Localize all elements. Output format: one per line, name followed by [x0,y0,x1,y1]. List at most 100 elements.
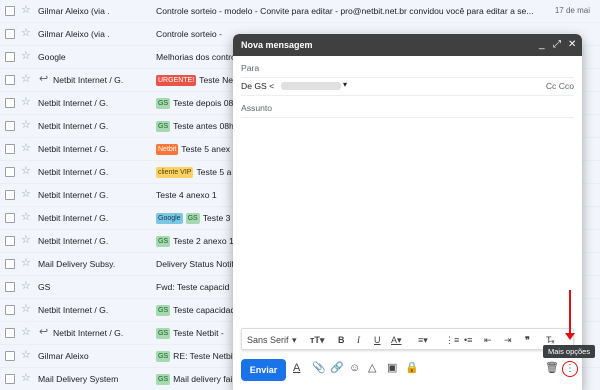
indent-more-icon[interactable]: ⇥ [504,334,512,346]
email-subject: Controle sorteio - modelo - Convite para… [156,6,536,16]
italic-icon[interactable]: I [357,334,360,346]
email-label[interactable]: URGENTE! [156,75,197,86]
checkbox[interactable] [5,351,15,361]
checkbox[interactable] [5,75,15,85]
star-icon[interactable]: ☆ [21,119,31,132]
email-sender: Netbit Internet / G. [38,236,109,246]
confidential-icon[interactable]: 🔒 [405,362,419,375]
bold-icon[interactable]: B [338,334,345,346]
photo-icon[interactable]: ▣ [387,362,397,375]
star-icon[interactable]: ☆ [21,280,31,293]
star-icon[interactable]: ☆ [21,326,31,339]
numbered-list-icon[interactable]: ⋮≡ [445,334,459,346]
star-icon[interactable]: ☆ [21,211,31,224]
drive-icon[interactable]: △ [368,362,376,375]
email-sender: Netbit Internet / G. [53,328,124,338]
email-label[interactable]: GS [156,98,171,109]
attach-icon[interactable]: 📎 [312,362,326,375]
email-sender: Netbit Internet / G. [38,213,109,223]
star-icon[interactable]: ☆ [21,96,31,109]
email-row[interactable]: ☆ Gilmar Aleixo (via . Controle sorteio - … [0,0,600,23]
star-icon[interactable]: ☆ [21,349,31,362]
checkbox[interactable] [5,190,15,200]
checkbox[interactable] [5,213,15,223]
checkbox[interactable] [5,259,15,269]
formatting-options-icon[interactable]: A [293,362,300,375]
email-label[interactable]: GS [156,236,171,247]
email-label[interactable]: GS [156,121,171,132]
emoji-icon[interactable]: ☺ [349,362,360,375]
star-icon[interactable]: ☆ [21,142,31,155]
email-sender: GS [38,282,51,292]
checkbox[interactable] [5,282,15,292]
email-subject-text: Teste capacidad [173,305,236,315]
checkbox[interactable] [5,305,15,315]
checkbox[interactable] [5,6,15,16]
star-icon[interactable]: ☆ [21,234,31,247]
email-label[interactable]: Netbit [156,144,179,155]
star-icon[interactable]: ☆ [21,257,31,270]
more-options-tooltip: Mais opções [543,345,596,358]
email-sender: Netbit Internet / G. [38,98,109,108]
link-icon[interactable]: 🔗 [330,362,344,375]
indent-less-icon[interactable]: ⇤ [484,334,492,346]
email-label[interactable]: GS [185,213,200,224]
email-sender: Gilmar Aleixo [38,351,89,361]
checkbox[interactable] [5,144,15,154]
star-icon[interactable]: ☆ [21,372,31,385]
compose-window: Nova mensagem _ ⤢ ✕ Para De GS < ▾ Cc Cc… [233,34,582,390]
underline-icon[interactable]: U [374,334,381,346]
star-icon[interactable]: ☆ [21,165,31,178]
align-icon[interactable]: ≡▾ [418,334,428,346]
close-icon[interactable]: ✕ [568,38,576,51]
minimize-icon[interactable]: _ [539,38,545,51]
checkbox[interactable] [5,29,15,39]
email-label[interactable]: GS [156,374,171,385]
email-sender: Netbit Internet / G. [38,167,109,177]
bullet-list-icon[interactable]: •≡ [464,334,472,346]
star-icon[interactable]: ☆ [21,188,31,201]
email-sender: Netbit Internet / G. [53,75,124,85]
checkbox[interactable] [5,328,15,338]
email-sender: Mail Delivery System [38,374,119,384]
email-subject-text: Controle sorteio - [156,29,222,39]
email-label[interactable]: GS [156,328,171,339]
star-icon[interactable]: ☆ [21,27,31,40]
star-icon[interactable]: ☆ [21,73,31,86]
star-icon[interactable]: ☆ [21,4,31,17]
from-field[interactable]: De GS < ▾ Cc Cco [241,76,574,96]
email-subject-text: Melhorias dos contro [156,52,236,62]
subject-field[interactable]: Assunto [241,98,574,118]
quote-icon[interactable]: ❞ [525,334,530,346]
checkbox[interactable] [5,121,15,131]
text-color-icon[interactable]: A▾ [391,334,402,346]
font-family-select[interactable]: Sans Serif [247,334,289,346]
checkbox[interactable] [5,167,15,177]
send-button[interactable]: Enviar [241,359,286,381]
compose-header[interactable]: Nova mensagem _ ⤢ ✕ [233,34,582,56]
email-label[interactable]: Google [156,213,183,224]
checkbox[interactable] [5,98,15,108]
star-icon[interactable]: ☆ [21,50,31,63]
more-options-icon[interactable]: ⋮ [562,361,578,377]
redacted-email [281,82,341,90]
chevron-down-icon[interactable]: ▾ [343,80,347,89]
star-icon[interactable]: ☆ [21,303,31,316]
checkbox[interactable] [5,236,15,246]
checkbox[interactable] [5,52,15,62]
to-field[interactable]: Para [241,58,574,78]
email-sender: Google [38,52,66,62]
expand-icon[interactable]: ⤢ [553,38,561,51]
checkbox[interactable] [5,374,15,384]
annotation-arrow-line [569,290,571,336]
chevron-down-icon[interactable]: ▾ [292,334,297,346]
email-label[interactable]: cliente VIP [156,167,194,178]
compose-actions: Enviar A 📎 🔗 ☺ △ ▣ 🔒 🗑 ⋮ [233,356,582,388]
email-label[interactable]: GS [156,351,171,362]
reply-icon: ↩ [39,326,49,338]
cc-bcc-link[interactable]: Cc Cco [546,81,574,91]
trash-icon[interactable]: 🗑 [545,362,559,375]
email-label[interactable]: GS [156,305,171,316]
font-size-icon[interactable]: тT▾ [310,334,324,346]
email-subject-text: Teste 5 a [196,167,232,177]
